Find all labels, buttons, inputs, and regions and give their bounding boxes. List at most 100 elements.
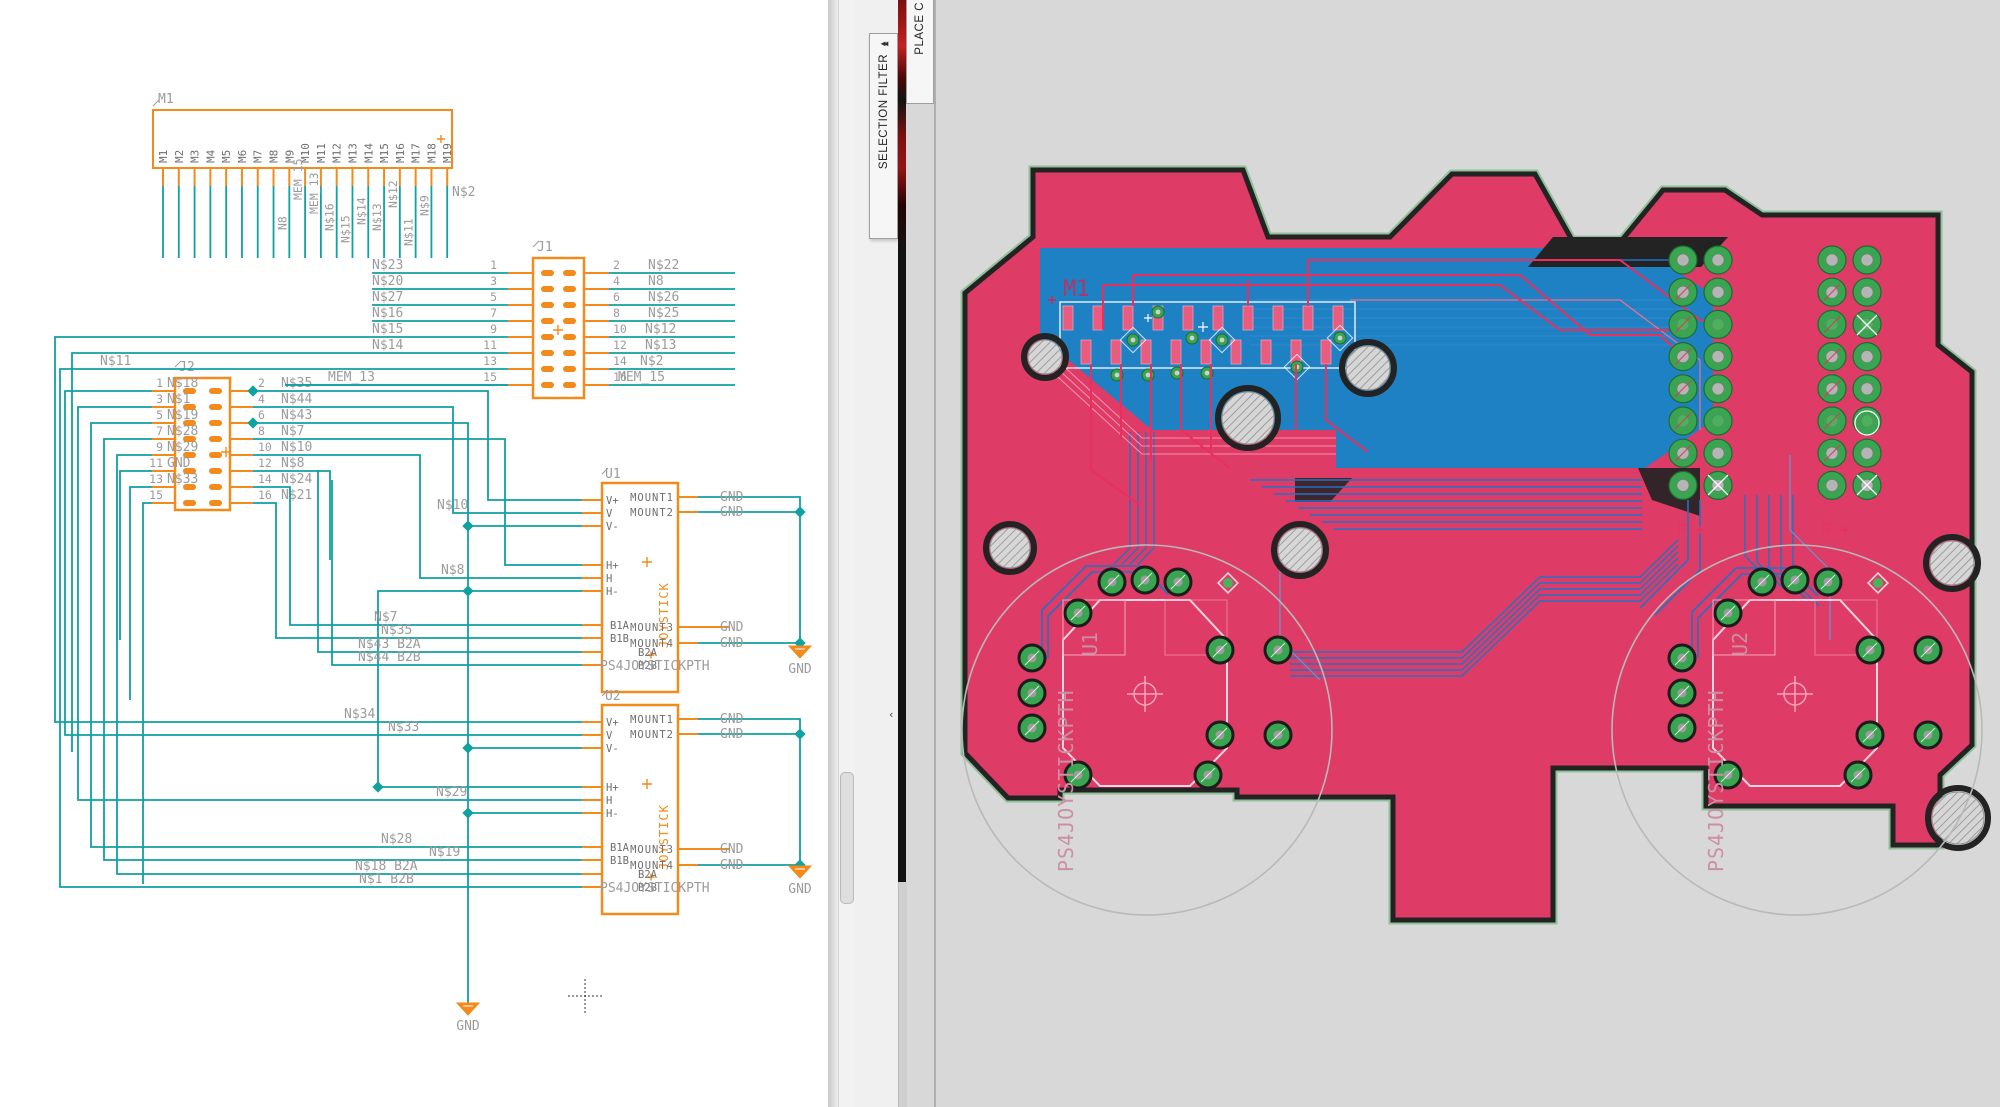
place-component-tab[interactable]: PLACE C <box>906 0 934 104</box>
pin-name: V- <box>606 521 619 533</box>
pin-number: 4 <box>258 392 265 406</box>
net-label: GND <box>720 858 744 873</box>
board-canvas[interactable]: M1J1J2PS4JOYSTICKPTHU1PS4JOYSTICKPTHU2 <box>936 0 2000 1107</box>
net-label: N$27 <box>372 290 403 305</box>
smd-pad[interactable] <box>1303 306 1313 330</box>
ref-label: M1 <box>158 92 174 107</box>
schematic-vertical-scrollbar[interactable] <box>838 0 856 1107</box>
net-label: N$11 <box>402 218 416 246</box>
net-label: N8 <box>275 216 289 230</box>
net-label: N$35 <box>281 376 312 391</box>
mounting-hole[interactable] <box>1346 346 1390 390</box>
pin-number: 3 <box>490 274 497 288</box>
wire[interactable] <box>143 503 152 884</box>
pin-number: 12 <box>613 338 627 352</box>
smd-pad[interactable] <box>1171 340 1181 364</box>
wire[interactable] <box>253 503 582 638</box>
net-label: GND <box>720 490 744 505</box>
gnd-symbol[interactable]: GND <box>788 866 812 897</box>
net-label: N$1 B2B <box>359 872 414 887</box>
net-label: GND <box>456 1019 480 1034</box>
net-label: N$8 <box>441 563 464 578</box>
smd-pad[interactable] <box>1063 306 1073 330</box>
net-label: N$12 <box>386 180 400 208</box>
net-label: N8 <box>648 274 664 289</box>
wire[interactable] <box>378 591 582 787</box>
mounting-hole[interactable] <box>990 528 1030 568</box>
component-u1[interactable]: U1JOYSTICKV+VV-H+HH-B1AB1BB2AB2BMOUNT1MO… <box>582 467 710 692</box>
net-label: N$29 <box>167 440 198 455</box>
wire[interactable] <box>120 471 152 640</box>
pin-number: 11 <box>483 338 497 352</box>
net-label: GND <box>720 620 744 635</box>
pin-name: B1A <box>610 842 630 854</box>
smd-pad[interactable] <box>1291 340 1301 364</box>
net-label: N$21 <box>281 488 312 503</box>
pin-name: MOUNT3 <box>630 844 674 856</box>
selection-filter-label: SELECTION FILTER <box>878 54 890 169</box>
net-label: N$14 <box>372 338 403 353</box>
net-label: N$13 <box>645 338 676 353</box>
smd-pad[interactable] <box>1111 340 1121 364</box>
pin-name: M8 <box>268 150 281 163</box>
net-label: N$16 <box>372 306 403 321</box>
component-m1[interactable]: M1M1M2M3M4M5M6M7M8M9N8M10MEM_15M11MEM_13… <box>153 92 475 258</box>
pin-name: M11 <box>315 143 328 163</box>
pin-name: B1B <box>610 633 629 645</box>
wire-junction <box>462 585 473 596</box>
pin-number: 2 <box>258 376 265 390</box>
smd-pad[interactable] <box>1321 340 1331 364</box>
collapse-arrows-icon[interactable]: ◀◀ <box>881 39 887 48</box>
pin-name: M14 <box>362 143 375 163</box>
smd-pad[interactable] <box>1231 340 1241 364</box>
wire[interactable] <box>60 369 582 887</box>
net-label: MEM_13 <box>328 370 375 385</box>
pin-name: H <box>606 573 612 585</box>
smd-pad[interactable] <box>1081 340 1091 364</box>
mounting-hole[interactable] <box>1930 541 1974 585</box>
pin-name: B1A <box>610 620 630 632</box>
smd-pad[interactable] <box>1213 306 1223 330</box>
gnd-nets[interactable]: GNDGNDGNDGNDGNDGNDGNDGNDGNDGNDGND <box>456 490 812 1034</box>
wire[interactable] <box>698 497 800 646</box>
wire[interactable] <box>253 487 582 625</box>
origin-cross-icon <box>437 135 445 143</box>
gnd-symbol[interactable]: GND <box>456 1003 480 1034</box>
smd-pad[interactable] <box>1243 306 1253 330</box>
mounting-hole[interactable] <box>1278 528 1322 572</box>
schematic-window-edge <box>828 0 838 1107</box>
net-label: N$1 <box>167 392 190 407</box>
pin-number: 7 <box>156 424 163 438</box>
mounting-hole[interactable] <box>1932 792 1984 844</box>
pin-number: 5 <box>156 408 163 422</box>
scrollbar-thumb[interactable] <box>840 772 854 904</box>
pin-name: MOUNT4 <box>630 638 674 650</box>
smd-pad[interactable] <box>1201 340 1211 364</box>
smd-pad[interactable] <box>1123 306 1133 330</box>
origin-cross-icon <box>642 557 652 567</box>
j1-wires[interactable] <box>55 273 735 887</box>
pin-number: 13 <box>149 472 163 486</box>
net-wires[interactable] <box>65 385 582 1003</box>
selection-filter-tab[interactable]: ◀◀ SELECTION FILTER <box>869 33 898 239</box>
mounting-hole[interactable] <box>1222 392 1274 444</box>
smd-pad[interactable] <box>1273 306 1283 330</box>
wire[interactable] <box>698 719 800 864</box>
wire-junction <box>794 728 805 739</box>
wire[interactable] <box>130 487 152 700</box>
divider-collapse-chevron[interactable]: ‹ <box>889 708 893 721</box>
net-label: N$24 <box>281 472 312 487</box>
component-u2[interactable]: U2JOYSTICKV+VV-H+HH-B1AB1BB2AB2BMOUNT1MO… <box>582 689 710 914</box>
mounting-hole[interactable] <box>1028 340 1062 374</box>
net-label: N$29 <box>436 785 467 800</box>
pin-name: M1 <box>157 150 170 163</box>
net-label: N$15 <box>372 322 403 337</box>
gnd-symbol[interactable]: GND <box>788 646 812 677</box>
smd-pad[interactable] <box>1261 340 1271 364</box>
smd-pad[interactable] <box>1183 306 1193 330</box>
smd-pad[interactable] <box>1093 306 1103 330</box>
pin-name: MOUNT3 <box>630 622 674 634</box>
schematic-canvas[interactable]: M1M1M2M3M4M5M6M7M8M9N8M10MEM_15M11MEM_13… <box>0 0 838 1107</box>
net-label: N$20 <box>372 274 403 289</box>
pin-number: 13 <box>483 354 497 368</box>
